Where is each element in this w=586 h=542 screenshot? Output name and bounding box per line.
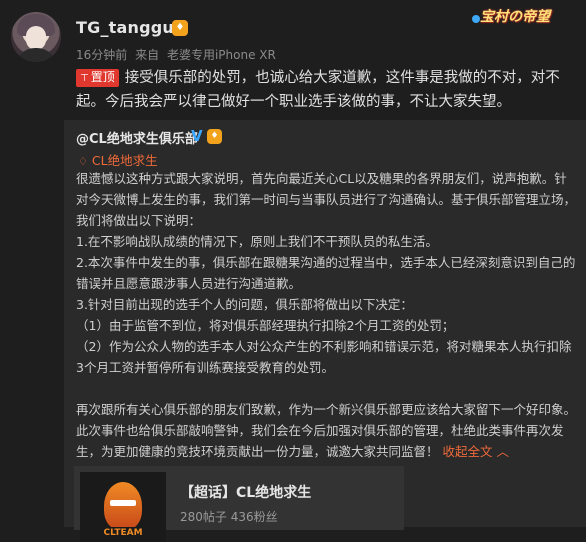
verified-icon: V [191,127,203,145]
card-title: 【超话】CL绝地求生 [180,485,312,501]
pin-icon: ⊤ [80,73,89,84]
repost-paragraph: （2）作为公众人物的选手本人对公众产生的不利影响和错误示范，将对糖果本人执行扣除… [76,339,572,375]
card-stats: 280帖子 436粉丝 [180,510,278,524]
repost-author[interactable]: @CL绝地求生俱乐部 [76,128,198,147]
super-topic-label: CL绝地求生 [91,153,158,168]
username[interactable]: TG_tangguo [76,18,185,37]
corner-logo-text: 宝村の帝望 [480,9,550,25]
logo-dot-icon [472,15,480,23]
weibo-post: TG_tangguo ♦ 16分钟前 来自 老婆专用iPhone XR 宝村の帝… [0,0,586,542]
source-device[interactable]: 老婆专用iPhone XR [167,48,276,62]
pinned-label: 置顶 [90,70,115,84]
chevron-up-icon: ︿ [496,444,510,459]
repost-container[interactable]: @CL绝地求生俱乐部 V ♦ ♢ CL绝地求生 很遗憾以这种方式跟大家说明，首先向… [64,120,586,542]
user-avatar[interactable] [11,12,61,62]
collapse-label: 收起全文 [442,444,493,459]
logo-text: CLTEAM [100,527,146,539]
diamond-icon: ♢ [78,155,88,168]
repost-paragraph: 1.在不影响战队成绩的情况下，原则上我们不干预队员的私生活。 [76,234,438,249]
source-prefix: 来自 [135,48,160,62]
repost-body: 很遗憾以这种方式跟大家说明，首先向最近关心CL以及糖果的各界朋友们，说声抱歉。针… [76,168,578,462]
super-topic-card[interactable]: CLTEAM 【超话】CL绝地求生 280帖子 436粉丝 [74,466,404,542]
avatar-shirt [15,48,57,62]
post-time: 16分钟前 [76,48,128,62]
super-topic-link[interactable]: ♢ CL绝地求生 [78,150,158,169]
flame-icon [104,482,142,530]
repost-paragraph: 再次跟所有关心俱乐部的朋友们致歉，作为一个新兴俱乐部更应该给大家留下一个好印象。… [76,399,578,462]
post-text: ⊤ 置顶 接受俱乐部的处罚，也诚心给大家道歉，这件事是我做的不对，对不起。今后我会严… [76,66,576,114]
post-meta: 16分钟前 来自 老婆专用iPhone XR [76,46,280,63]
logo-eyes [110,500,136,506]
repost-paragraph: 3.针对目前出现的选手个人的问题，俱乐部将做出以下决定： [76,297,413,312]
repost-paragraph: 很遗憾以这种方式跟大家说明，首先向最近关心CL以及糖果的各界朋友们，说声抱歉。针… [76,171,577,228]
collapse-button[interactable]: 收起全文 ︿ [443,444,510,459]
team-logo: CLTEAM [80,472,166,542]
post-body: 接受俱乐部的处罚，也诚心给大家道歉，这件事是我做的不对，对不起。今后我会严以律己… [76,70,560,110]
vip-badge-icon: ♦ [207,129,222,144]
avatar-face [26,26,46,50]
repost-paragraph: （1）由于监管不到位，将对俱乐部经理执行扣除2个月工资的处罚； [76,318,455,333]
corner-logo: 宝村の帝望 [472,6,572,34]
repost-paragraph: 2.本次事件中发生的事，俱乐部在跟糖果沟通的过程当中，选手本人已经深刻意识到自己… [76,255,576,291]
pinned-badge: ⊤ 置顶 [76,69,119,87]
vip-badge-icon[interactable]: ♦ [172,20,188,36]
